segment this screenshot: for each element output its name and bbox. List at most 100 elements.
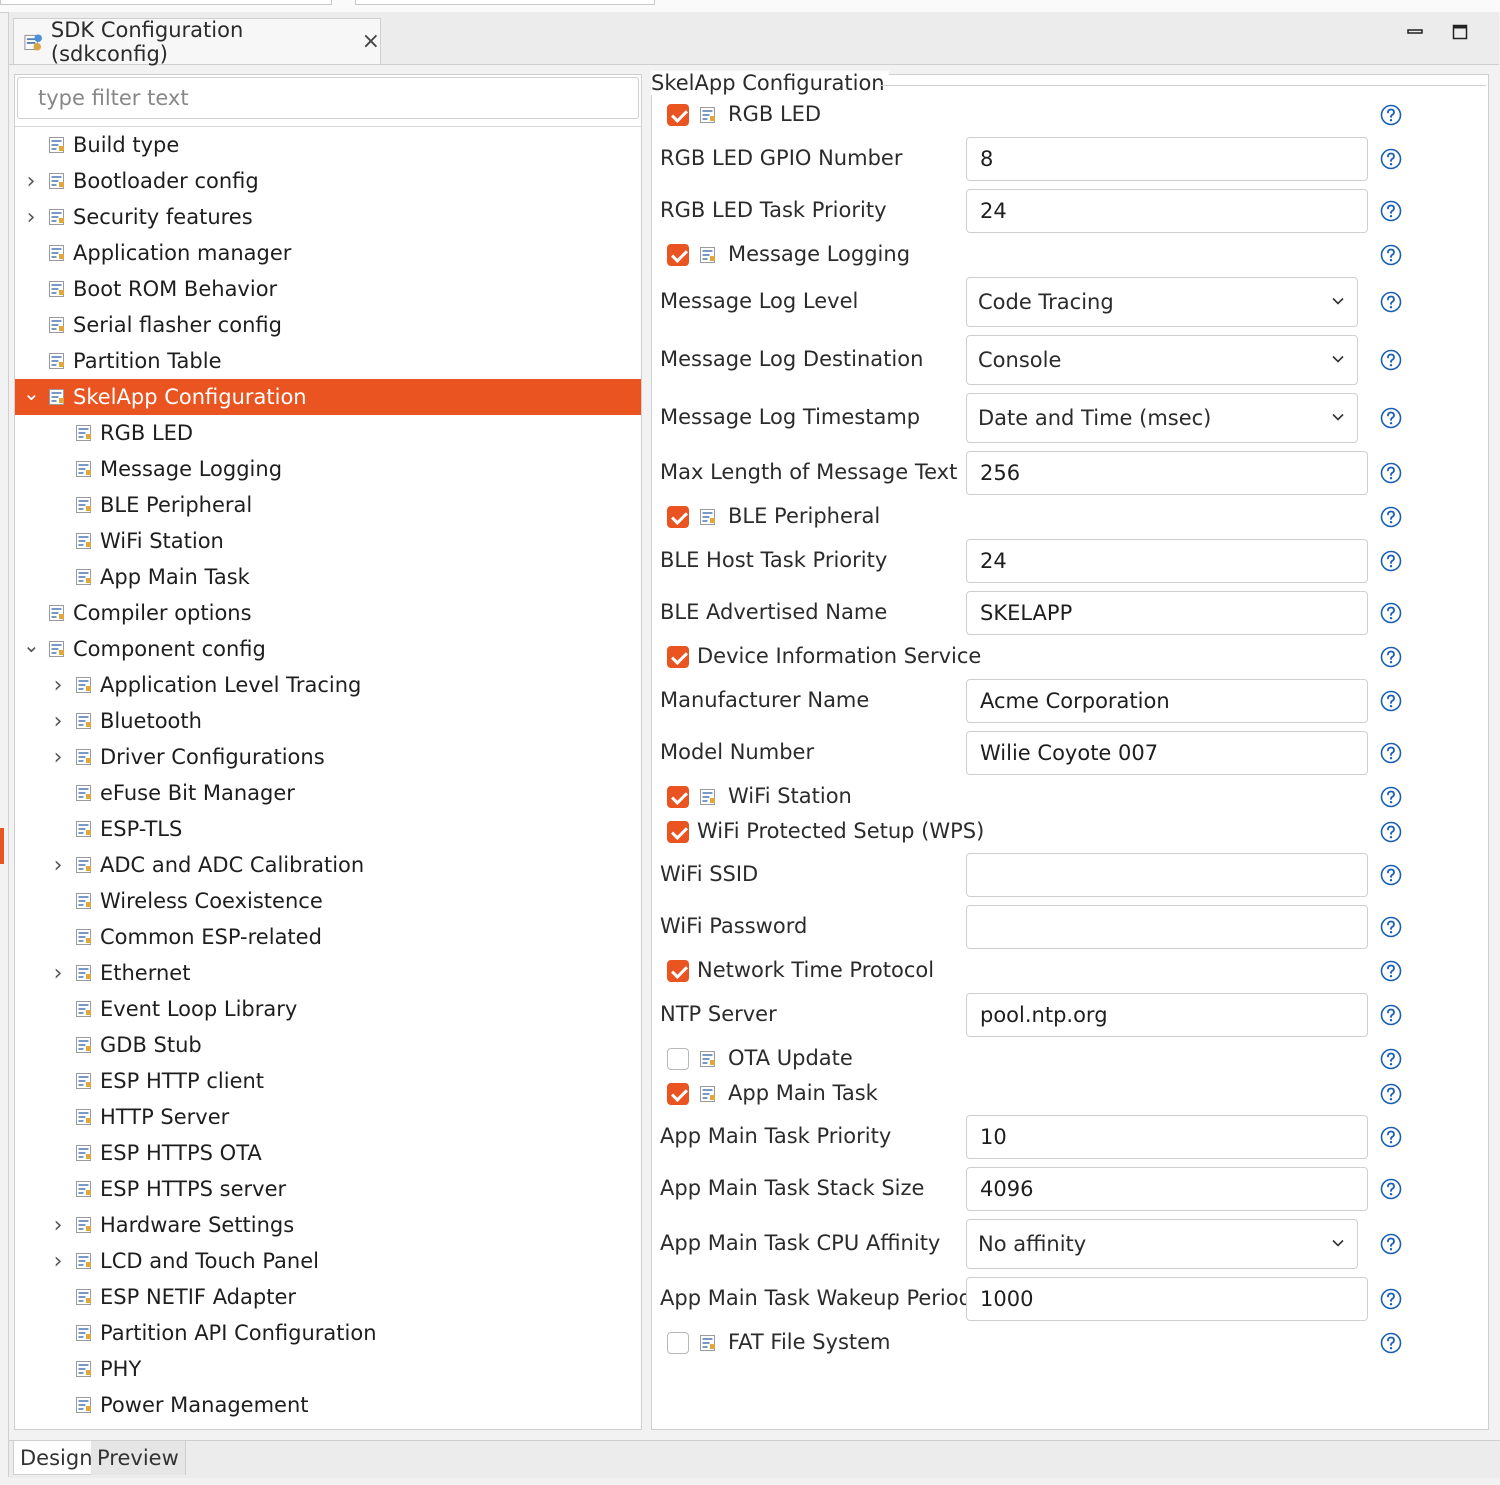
chevron-right-icon[interactable]: › (50, 745, 66, 770)
help-icon[interactable] (1380, 407, 1402, 429)
option-checkbox[interactable] (667, 646, 689, 668)
tree-item[interactable]: › Bluetooth (15, 703, 641, 739)
tree-item[interactable]: Compiler options (15, 595, 641, 631)
help-icon[interactable] (1380, 1083, 1402, 1105)
text-field[interactable] (966, 1277, 1368, 1321)
tree-item[interactable]: › Application Level Tracing (15, 667, 641, 703)
tree-item[interactable]: Boot ROM Behavior (15, 271, 641, 307)
text-field[interactable] (966, 1167, 1368, 1211)
tree-item[interactable]: Power Management (15, 1387, 641, 1423)
help-icon[interactable] (1380, 291, 1402, 313)
tree-item[interactable]: › Driver Configurations (15, 739, 641, 775)
chevron-right-icon[interactable]: › (50, 709, 66, 734)
maximize-icon[interactable] (1452, 24, 1468, 45)
tree-item[interactable]: Partition API Configuration (15, 1315, 641, 1351)
help-icon[interactable] (1380, 1178, 1402, 1200)
text-field[interactable] (966, 451, 1368, 495)
chevron-right-icon[interactable]: › (50, 1213, 66, 1238)
help-icon[interactable] (1380, 821, 1402, 843)
tree-item[interactable]: Build type (15, 127, 641, 163)
tree-item[interactable]: › Hardware Settings (15, 1207, 641, 1243)
chevron-right-icon[interactable]: › (23, 205, 39, 230)
help-icon[interactable] (1380, 1004, 1402, 1026)
tree-item[interactable]: › Security features (15, 199, 641, 235)
option-checkbox[interactable] (667, 960, 689, 982)
tree-item[interactable]: Event Loop Library (15, 991, 641, 1027)
tree-item[interactable]: Serial flasher config (15, 307, 641, 343)
help-icon[interactable] (1380, 148, 1402, 170)
text-field[interactable] (966, 189, 1368, 233)
close-icon[interactable]: × (362, 29, 380, 54)
chevron-right-icon[interactable]: › (50, 673, 66, 698)
help-icon[interactable] (1380, 1126, 1402, 1148)
option-checkbox[interactable] (667, 1332, 689, 1354)
help-icon[interactable] (1380, 506, 1402, 528)
tree-item[interactable]: › Ethernet (15, 955, 641, 991)
tab-preview[interactable]: Preview (91, 1441, 186, 1475)
text-field[interactable] (966, 591, 1368, 635)
help-icon[interactable] (1380, 742, 1402, 764)
tree-item[interactable]: ESP NETIF Adapter (15, 1279, 641, 1315)
help-icon[interactable] (1380, 960, 1402, 982)
tree-item[interactable]: Message Logging (15, 451, 641, 487)
option-checkbox[interactable] (667, 1048, 689, 1070)
option-checkbox[interactable] (667, 821, 689, 843)
tree-item[interactable]: Partition Table (15, 343, 641, 379)
tree-item[interactable]: App Main Task (15, 559, 641, 595)
help-icon[interactable] (1380, 462, 1402, 484)
text-field[interactable] (966, 993, 1368, 1037)
dropdown-select[interactable]: Console (966, 335, 1358, 385)
tree-item[interactable]: Wireless Coexistence (15, 883, 641, 919)
text-field[interactable] (966, 1115, 1368, 1159)
help-icon[interactable] (1380, 349, 1402, 371)
option-checkbox[interactable] (667, 506, 689, 528)
option-checkbox[interactable] (667, 104, 689, 126)
help-icon[interactable] (1380, 244, 1402, 266)
tree-item[interactable]: ⌄ SkelApp Configuration (15, 379, 641, 415)
tree-item[interactable]: GDB Stub (15, 1027, 641, 1063)
tree-item[interactable]: eFuse Bit Manager (15, 775, 641, 811)
text-field[interactable] (966, 853, 1368, 897)
tab-design[interactable]: Design (13, 1441, 100, 1475)
chevron-down-icon[interactable]: ⌄ (23, 633, 40, 657)
tree-item[interactable]: › Bootloader config (15, 163, 641, 199)
help-icon[interactable] (1380, 1233, 1402, 1255)
dropdown-select[interactable]: No affinity (966, 1219, 1358, 1269)
help-icon[interactable] (1380, 916, 1402, 938)
tree-item[interactable]: ESP HTTPS OTA (15, 1135, 641, 1171)
text-field[interactable] (966, 905, 1368, 949)
tree-item[interactable]: BLE Peripheral (15, 487, 641, 523)
help-icon[interactable] (1380, 646, 1402, 668)
help-icon[interactable] (1380, 1332, 1402, 1354)
tree-item[interactable]: RGB LED (15, 415, 641, 451)
option-checkbox[interactable] (667, 244, 689, 266)
dropdown-select[interactable]: Date and Time (msec) (966, 393, 1358, 443)
tree-item[interactable]: › ADC and ADC Calibration (15, 847, 641, 883)
option-checkbox[interactable] (667, 786, 689, 808)
dropdown-select[interactable]: Code Tracing (966, 277, 1358, 327)
help-icon[interactable] (1380, 200, 1402, 222)
tree-item[interactable]: Application manager (15, 235, 641, 271)
minimize-icon[interactable] (1407, 24, 1423, 45)
tree-item[interactable]: PHY (15, 1351, 641, 1387)
tree-item[interactable]: Common ESP-related (15, 919, 641, 955)
help-icon[interactable] (1380, 690, 1402, 712)
tree-item[interactable]: ESP HTTP client (15, 1063, 641, 1099)
chevron-right-icon[interactable]: › (50, 961, 66, 986)
text-field[interactable] (966, 539, 1368, 583)
tree-item[interactable]: ESP-TLS (15, 811, 641, 847)
chevron-right-icon[interactable]: › (50, 853, 66, 878)
text-field[interactable] (966, 731, 1368, 775)
help-icon[interactable] (1380, 550, 1402, 572)
option-checkbox[interactable] (667, 1083, 689, 1105)
tree-item[interactable]: HTTP Server (15, 1099, 641, 1135)
tree-item[interactable]: › LCD and Touch Panel (15, 1243, 641, 1279)
tree-item[interactable]: ⌄ Component config (15, 631, 641, 667)
filter-input[interactable] (17, 77, 639, 119)
help-icon[interactable] (1380, 1048, 1402, 1070)
help-icon[interactable] (1380, 786, 1402, 808)
text-field[interactable] (966, 679, 1368, 723)
help-icon[interactable] (1380, 864, 1402, 886)
help-icon[interactable] (1380, 602, 1402, 624)
chevron-right-icon[interactable]: › (23, 169, 39, 194)
